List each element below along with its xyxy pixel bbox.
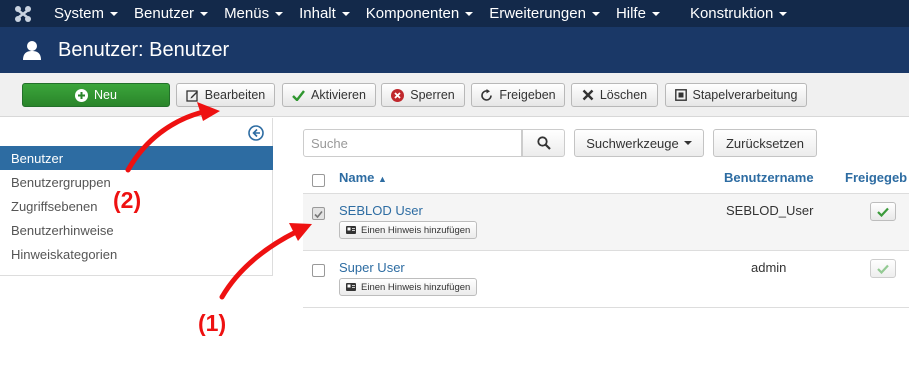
column-header-status[interactable]: Freigegeb — [845, 170, 907, 185]
action-toolbar: Neu Bearbeiten Aktivieren Sperren Freige… — [0, 73, 909, 117]
block-button-label: Sperren — [410, 88, 455, 102]
caret-down-icon — [200, 11, 209, 16]
unblock-button[interactable]: Freigeben — [471, 83, 565, 107]
menu-menus[interactable]: Menüs — [216, 0, 291, 27]
activate-button-label: Aktivieren — [311, 88, 366, 102]
user-name-link[interactable]: SEBLOD User — [339, 203, 423, 218]
edit-button-label: Bearbeiten — [204, 88, 266, 102]
divider — [303, 307, 909, 308]
caret-down-icon — [651, 11, 660, 16]
activate-button[interactable]: Aktivieren — [282, 83, 376, 107]
caret-down-icon — [110, 11, 119, 16]
page-title: Benutzer: Benutzer — [58, 38, 230, 61]
select-all-checkbox[interactable] — [312, 174, 325, 187]
username-cell: SEBLOD_User — [726, 203, 814, 218]
checkmark-icon — [877, 207, 889, 217]
menu-komponenten[interactable]: Komponenten — [358, 0, 481, 27]
menu-label: Hilfe — [615, 5, 646, 22]
annotation-label-one: (1) — [198, 310, 227, 336]
column-header-name[interactable]: Name ▲ — [339, 170, 387, 185]
sort-ascending-icon: ▲ — [378, 174, 387, 184]
caret-down-icon — [779, 11, 788, 16]
sidebar-item-label: Benutzerhinweise — [11, 222, 114, 238]
status-toggle[interactable] — [870, 259, 896, 278]
username-cell: admin — [751, 260, 787, 275]
new-button-label: Neu — [94, 88, 117, 102]
annotation-label-two: (2) — [113, 187, 142, 213]
search-input[interactable] — [303, 129, 522, 157]
plus-circle-icon — [75, 88, 89, 102]
column-header-label: Name — [339, 170, 375, 185]
batch-button-label: Stapelverarbeitung — [692, 88, 798, 102]
sidebar-item-label: Benutzergruppen — [11, 174, 111, 190]
top-menu-bar: System Benutzer Menüs Inhalt Komponenten… — [0, 0, 909, 27]
menu-label: System — [54, 5, 105, 22]
caret-down-icon — [465, 11, 474, 16]
checkmark-icon — [314, 210, 323, 219]
menu-label: Konstruktion — [689, 5, 774, 22]
menu-label: Erweiterungen — [489, 5, 586, 22]
user-icon — [23, 41, 41, 60]
refresh-icon — [480, 88, 493, 102]
menu-label: Inhalt — [299, 5, 336, 22]
new-button[interactable]: Neu — [22, 83, 170, 107]
checkmark-icon — [292, 89, 305, 101]
reset-button-label: Zurücksetzen — [725, 135, 805, 151]
divider — [303, 250, 909, 251]
search-button[interactable] — [522, 129, 565, 157]
caret-down-icon — [341, 11, 350, 16]
menu-label: Komponenten — [365, 5, 460, 22]
menu-label: Benutzer — [134, 5, 195, 22]
batch-button[interactable]: Stapelverarbeitung — [665, 83, 807, 107]
delete-x-icon — [582, 89, 594, 101]
caret-down-icon — [591, 11, 600, 16]
sidebar-item-hinweiskategorien[interactable]: Hinweiskategorien — [0, 242, 273, 266]
row-checkbox[interactable] — [312, 207, 325, 220]
block-icon — [391, 88, 405, 102]
column-header-label: Freigegeb — [845, 170, 908, 185]
joomla-logo-icon[interactable] — [0, 0, 46, 27]
sidebar-item-label: Benutzer — [11, 150, 64, 166]
sidebar-item-benutzerhinweise[interactable]: Benutzerhinweise — [0, 218, 273, 242]
unblock-button-label: Freigeben — [499, 88, 556, 102]
add-note-button[interactable]: Einen Hinweis hinzufügen — [339, 278, 478, 296]
menu-label: Menüs — [224, 5, 270, 22]
column-header-label: Benutzername — [724, 170, 814, 185]
add-note-button[interactable]: Einen Hinweis hinzufügen — [339, 221, 478, 239]
caret-down-icon — [275, 11, 284, 16]
caret-down-icon — [683, 141, 692, 145]
column-header-username[interactable]: Benutzername — [724, 170, 814, 185]
block-button[interactable]: Sperren — [381, 83, 465, 107]
edit-icon — [186, 89, 199, 102]
status-toggle[interactable] — [870, 202, 896, 221]
sidebar-item-benutzer[interactable]: Benutzer — [0, 146, 273, 170]
collapse-sidebar-icon[interactable] — [248, 125, 264, 144]
page-header: Benutzer: Benutzer — [0, 27, 909, 73]
search-icon — [536, 136, 551, 150]
sidebar-item-label: Hinweiskategorien — [11, 246, 118, 262]
batch-square-icon — [674, 89, 687, 101]
edit-button[interactable]: Bearbeiten — [176, 83, 275, 107]
sidebar-item-label: Zugriffsebenen — [11, 198, 98, 214]
menu-erweiterungen[interactable]: Erweiterungen — [481, 0, 608, 27]
search-tools-label: Suchwerkzeuge — [586, 135, 679, 151]
row-checkbox[interactable] — [312, 264, 325, 277]
search-tools-button[interactable]: Suchwerkzeuge — [574, 129, 704, 157]
menu-inhalt[interactable]: Inhalt — [291, 0, 358, 27]
note-card-icon — [346, 283, 356, 291]
menu-benutzer[interactable]: Benutzer — [126, 0, 216, 27]
delete-button[interactable]: Löschen — [571, 83, 658, 107]
add-note-label: Einen Hinweis hinzufügen — [361, 281, 471, 293]
add-note-label: Einen Hinweis hinzufügen — [361, 224, 471, 236]
delete-button-label: Löschen — [599, 88, 648, 102]
reset-button[interactable]: Zurücksetzen — [713, 129, 817, 157]
note-card-icon — [346, 226, 356, 234]
user-name-link[interactable]: Super User — [339, 260, 405, 275]
menu-system[interactable]: System — [46, 0, 126, 27]
menu-konstruktion[interactable]: Konstruktion — [682, 0, 795, 27]
menu-hilfe[interactable]: Hilfe — [608, 0, 668, 27]
checkmark-icon — [877, 264, 889, 274]
